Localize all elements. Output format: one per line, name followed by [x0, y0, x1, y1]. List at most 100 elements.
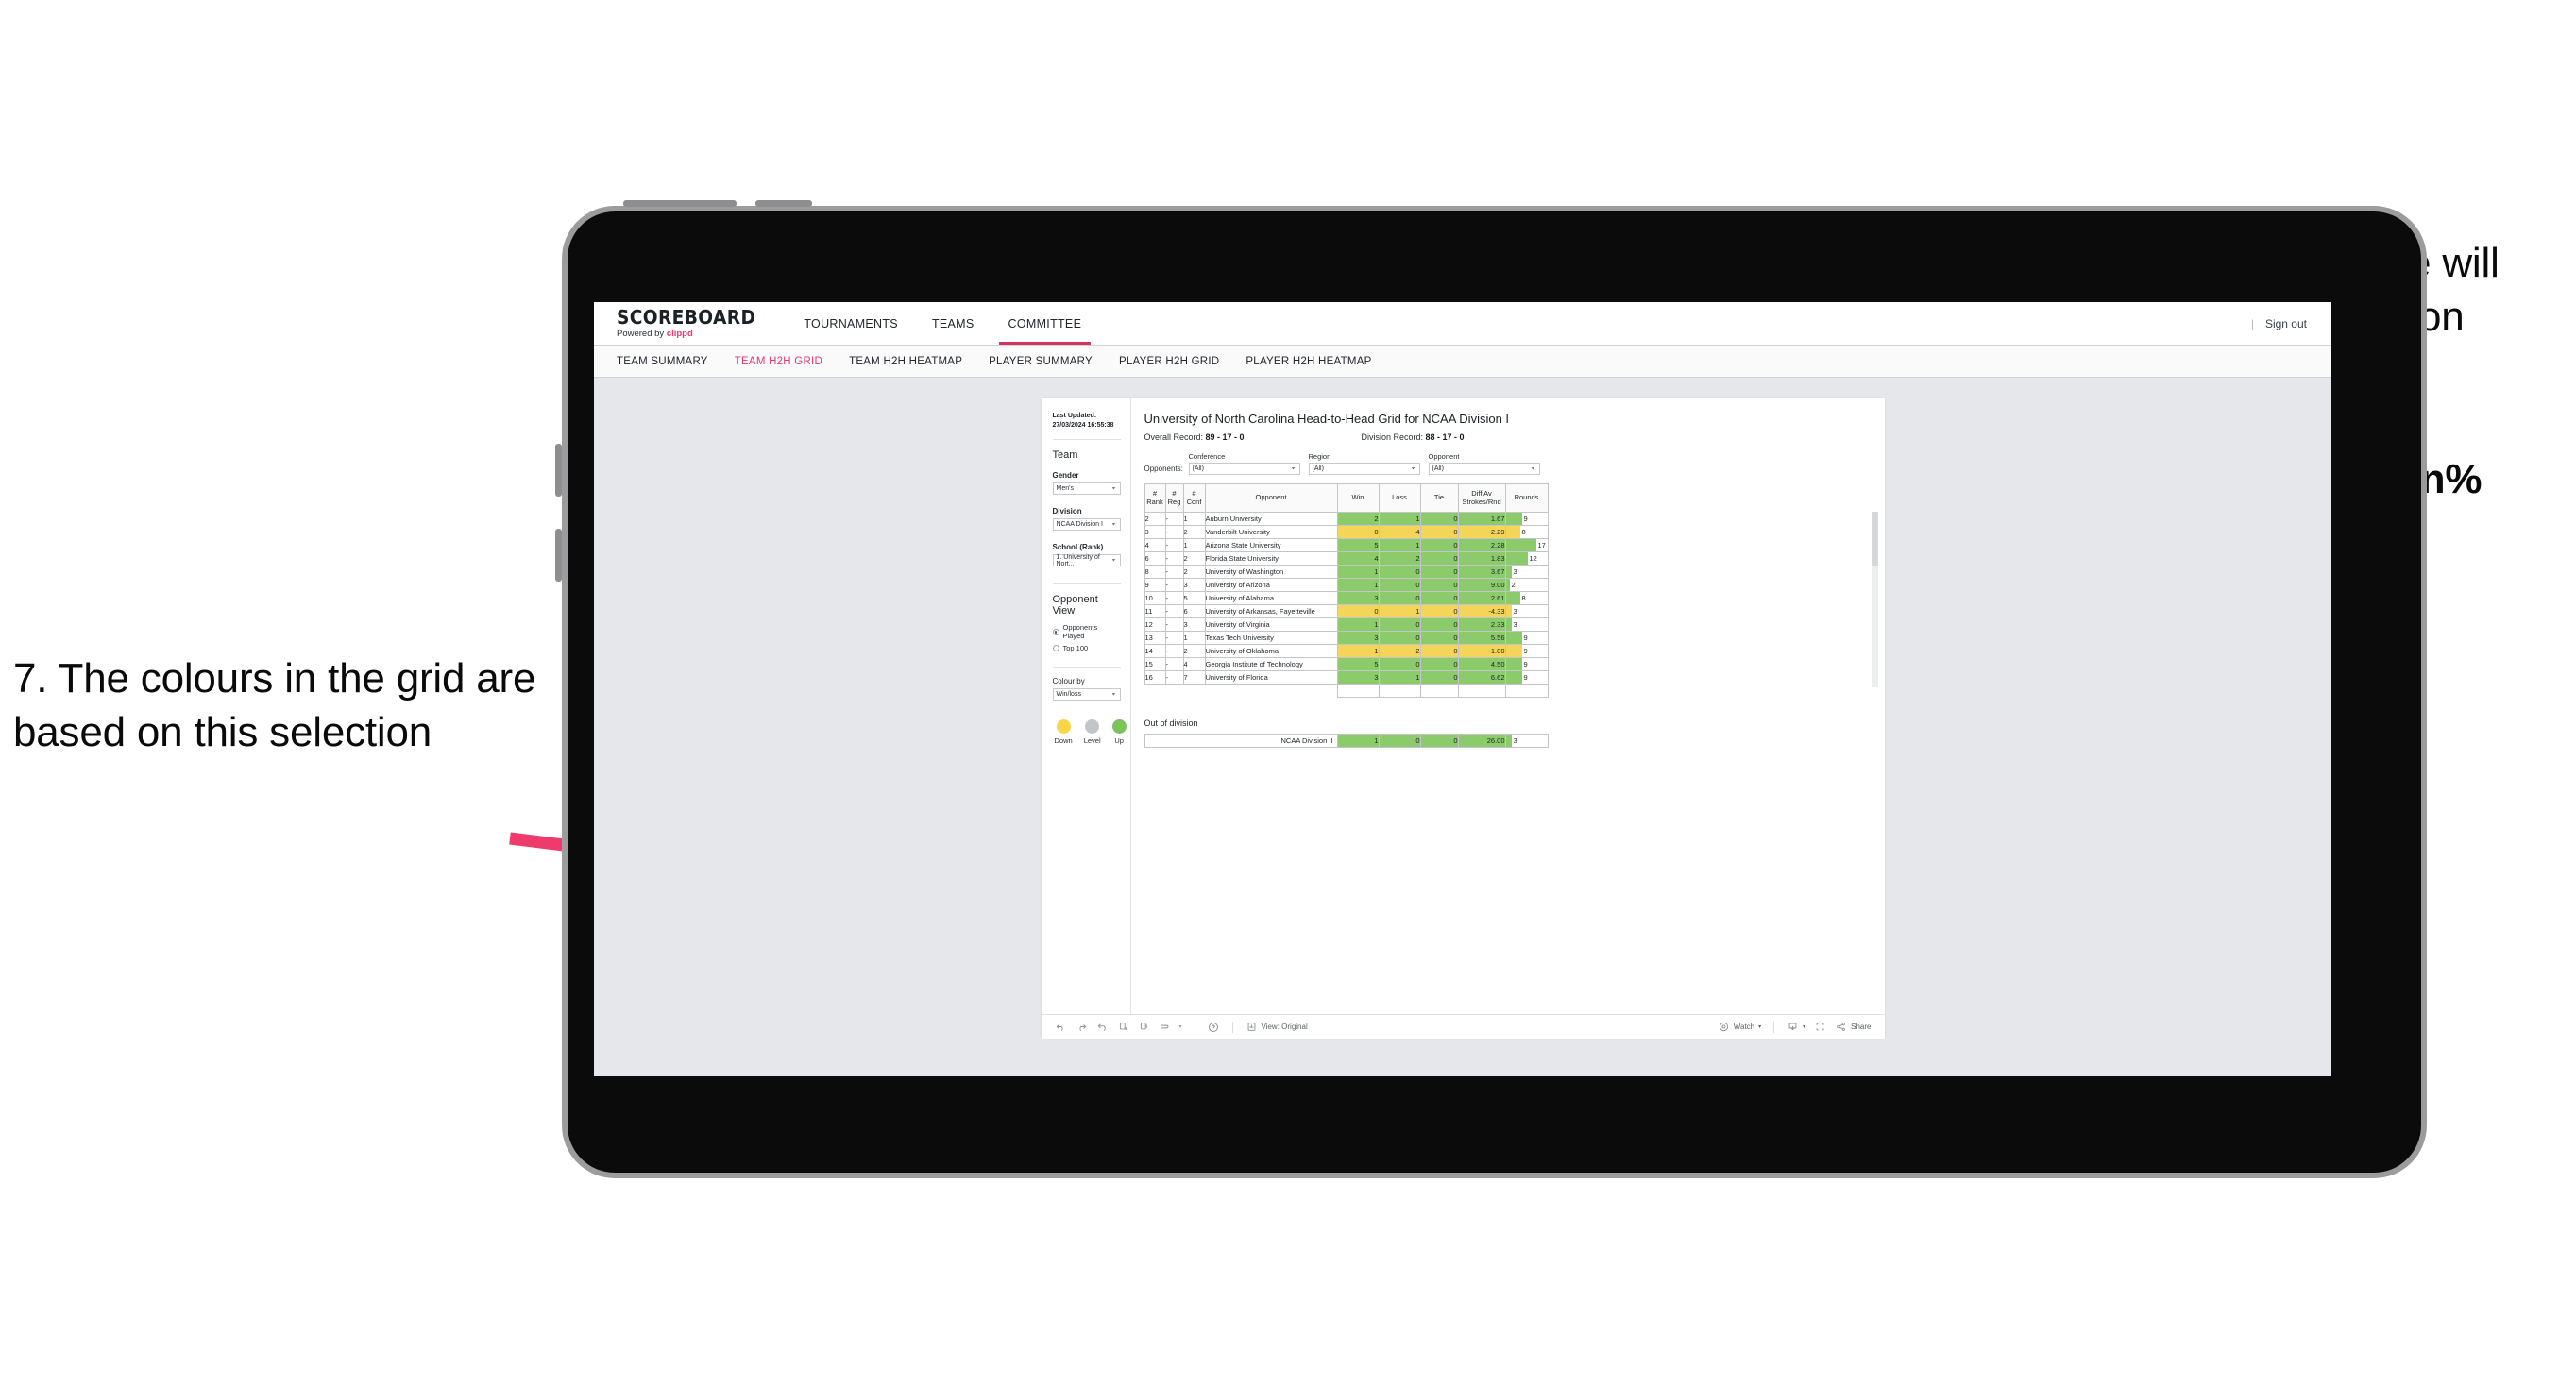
watch-icon — [1718, 1021, 1730, 1033]
region-select[interactable]: (All) ▼ — [1308, 463, 1420, 475]
view-original-button[interactable]: View: Original — [1246, 1021, 1308, 1033]
record-row: Overall Record: 89 - 17 - 0 Division Rec… — [1144, 432, 1870, 442]
watch-caret-icon: ▾ — [1758, 1024, 1762, 1030]
table-row[interactable]: 14-2 University of Oklahoma 1 2 0 -1.00 9 — [1144, 644, 1549, 658]
help-icon[interactable] — [1208, 1021, 1220, 1033]
cell-tie: 0 — [1419, 512, 1459, 526]
brand-title: SCOREBOARD — [617, 306, 756, 330]
cell-opponent: Florida State University — [1204, 551, 1338, 566]
download-button[interactable]: ▾ — [1787, 1021, 1805, 1033]
table-row[interactable]: 15-4 Georgia Institute of Technology 5 0 0 4.… — [1144, 657, 1549, 671]
panel-heading-opponent-view: Opponent View — [1052, 594, 1098, 617]
col-win[interactable]: Win — [1336, 483, 1380, 513]
table-row[interactable]: 9-3 University of Arizona 1 0 0 9.00 2 — [1144, 578, 1549, 592]
rounds-value: 9 — [1523, 647, 1528, 655]
table-row[interactable]: 13-1 Texas Tech University 3 0 0 5.56 9 — [1144, 631, 1549, 645]
nav-item-committee[interactable]: COMMITTEE — [991, 302, 1099, 345]
cell-conf: 4 — [1182, 657, 1206, 671]
table-row[interactable]: 3-2 Vanderbilt University 0 4 0 -2.29 8 — [1144, 525, 1549, 539]
division-select[interactable]: NCAA Division I ▼ — [1052, 518, 1121, 532]
subnav-item-team-h2h-grid[interactable]: TEAM H2H GRID — [735, 356, 838, 367]
subnav-item-team-summary[interactable]: TEAM SUMMARY — [617, 356, 723, 367]
cell-opponent: University of Washington — [1204, 565, 1338, 579]
table-row[interactable]: 11-6 University of Arkansas, Fayetteville… — [1144, 604, 1549, 618]
nav-item-tournaments[interactable]: TOURNAMENTS — [787, 302, 915, 345]
school-select[interactable]: 1. University of Nort... ▼ — [1052, 554, 1121, 567]
field-conference: Conference (All) ▼ — [1188, 452, 1300, 475]
table-row[interactable]: 16-7 University of Florida 3 1 0 6.62 9 — [1144, 670, 1549, 685]
subnav-item-team-h2h-heatmap[interactable]: TEAM H2H HEATMAP — [849, 356, 977, 367]
table-row[interactable]: 4-1 Arizona State University 5 1 0 2.28 17 — [1144, 538, 1549, 552]
cell-rounds: 9 — [1504, 512, 1549, 526]
pause-icon[interactable] — [1138, 1021, 1150, 1033]
last-updated-label: Last Updated: — [1052, 413, 1097, 419]
nav-item-teams[interactable]: TEAMS — [915, 302, 991, 345]
watch-label: Watch — [1733, 1023, 1755, 1031]
cell-padding — [1419, 684, 1459, 698]
subnav-item-player-h2h-heatmap[interactable]: PLAYER H2H HEATMAP — [1246, 356, 1386, 367]
cell-rounds: 8 — [1504, 525, 1549, 539]
cell-win: 1 — [1336, 617, 1380, 632]
col-rounds[interactable]: Rounds — [1504, 483, 1549, 513]
col-opponent[interactable]: Opponent — [1204, 483, 1338, 513]
cell-loss: 2 — [1378, 551, 1421, 566]
cell-tie: 0 — [1419, 644, 1459, 658]
table-row[interactable]: 10-5 University of Alabama 3 0 0 2.61 8 — [1144, 591, 1549, 605]
table-row[interactable]: 8-2 University of Washington 1 0 0 3.67 3 — [1144, 565, 1549, 579]
subnav-item-player-summary[interactable]: PLAYER SUMMARY — [989, 356, 1108, 367]
redo-icon[interactable] — [1076, 1021, 1088, 1033]
swap-icon[interactable] — [1159, 1021, 1171, 1033]
col-tie[interactable]: Tie — [1419, 483, 1459, 513]
table-row[interactable]: 6-2 Florida State University 4 2 0 1.83 12 — [1144, 551, 1549, 566]
opponent-select[interactable]: (All) ▼ — [1428, 463, 1540, 475]
colour-by-select[interactable]: Win/loss ▼ — [1052, 688, 1121, 701]
gender-select[interactable]: Men's ▼ — [1052, 482, 1121, 496]
rounds-bar — [1505, 632, 1522, 644]
cell-conf: 1 — [1182, 538, 1206, 552]
undo-icon[interactable] — [1055, 1021, 1067, 1033]
h2h-grid-wrapper: # Rank # Reg # Conf Opponent Win Loss Tie D… — [1144, 483, 1878, 698]
radio-opponents-played[interactable]: Opponents Played — [1052, 623, 1121, 640]
table-row[interactable]: 2-1 Auburn University 2 1 0 1.67 9 — [1144, 512, 1549, 526]
sign-out-link[interactable]: Sign out — [2265, 317, 2307, 330]
grid-scrollbar-thumb[interactable] — [1871, 512, 1878, 566]
legend-label-up: Up — [1114, 736, 1124, 746]
col-reg[interactable]: # Reg — [1164, 483, 1184, 513]
table-row[interactable]: 12-3 University of Virginia 1 0 0 2.33 3 — [1144, 617, 1549, 632]
brand-powered-text: Powered by — [617, 329, 667, 340]
cell-rank: 3 — [1144, 525, 1166, 539]
cell-diff-av-strokes: 2.28 — [1457, 538, 1506, 552]
revert-icon[interactable] — [1096, 1021, 1109, 1033]
cell-rounds: 9 — [1504, 631, 1549, 645]
col-loss[interactable]: Loss — [1378, 483, 1421, 513]
subnav-item-player-h2h-grid[interactable]: PLAYER H2H GRID — [1119, 356, 1234, 367]
cell-diff-av-strokes: -4.33 — [1457, 604, 1506, 618]
col-reg-line1: # — [1172, 488, 1177, 498]
cell-reg: - — [1164, 617, 1184, 632]
share-button[interactable]: Share — [1835, 1021, 1872, 1033]
fullscreen-icon[interactable] — [1814, 1021, 1826, 1033]
rounds-bar — [1505, 552, 1528, 565]
col-diff-av-strokes[interactable]: Diff Av Strokes/Rnd — [1457, 483, 1506, 513]
cell-loss: 0 — [1378, 631, 1421, 645]
cell-diff-av-strokes: -1.00 — [1457, 644, 1506, 658]
cell-rank: 9 — [1144, 578, 1166, 592]
col-rank[interactable]: # Rank — [1144, 483, 1166, 513]
radio-off-icon — [1052, 645, 1059, 652]
grid-vertical-scrollbar[interactable] — [1871, 512, 1878, 687]
opponents-label: Opponents: — [1144, 465, 1183, 473]
watch-button[interactable]: Watch ▾ — [1718, 1021, 1761, 1033]
cell-reg: - — [1164, 604, 1184, 618]
chevron-down-icon: ▼ — [1110, 558, 1117, 563]
col-conf[interactable]: # Conf — [1182, 483, 1206, 513]
brand-logo[interactable]: SCOREBOARD Powered by clippd — [594, 302, 787, 345]
rounds-value: 2 — [1511, 581, 1516, 589]
radio-top-100[interactable]: Top 100 — [1052, 644, 1121, 652]
cell-win: 3 — [1336, 670, 1380, 685]
swap-caret-icon[interactable]: ▾ — [1179, 1023, 1182, 1030]
refresh-icon[interactable] — [1117, 1021, 1129, 1033]
conference-select[interactable]: (All) ▼ — [1188, 463, 1300, 475]
secondary-nav: TEAM SUMMARY TEAM H2H GRID TEAM H2H HEAT… — [594, 346, 2331, 378]
cell-win: 2 — [1336, 512, 1380, 526]
table-row[interactable]: NCAA Division II 1 0 0 26.00 3 — [1144, 734, 1549, 748]
